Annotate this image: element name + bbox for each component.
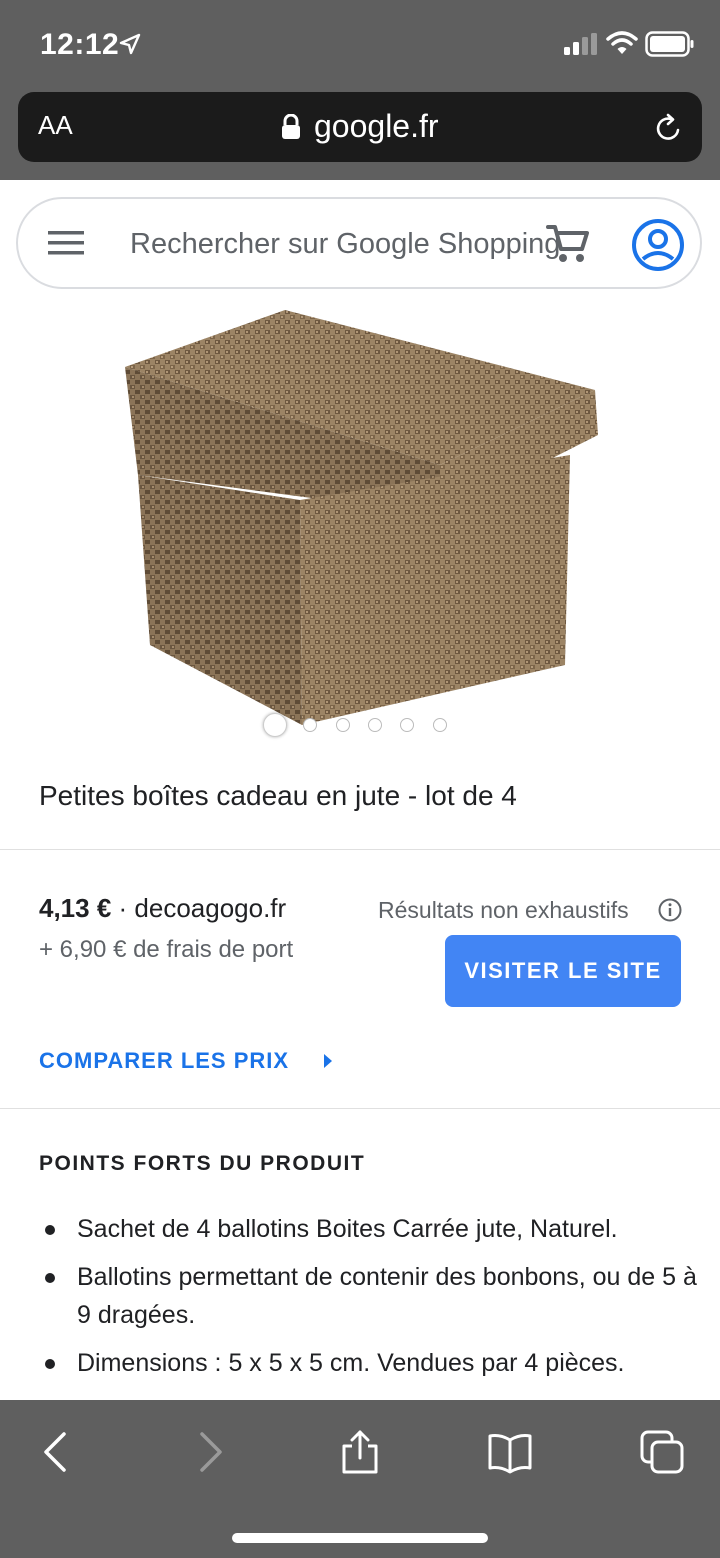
highlight-item: Ballotins permettant de contenir des bon… bbox=[39, 1258, 699, 1334]
tabs-icon[interactable] bbox=[640, 1430, 684, 1474]
wifi-icon bbox=[606, 31, 638, 54]
status-bar: 12:12 bbox=[0, 0, 720, 88]
share-icon[interactable] bbox=[338, 1430, 382, 1474]
carousel-indicator bbox=[263, 713, 463, 737]
account-icon[interactable] bbox=[630, 217, 686, 273]
visit-site-button[interactable]: VISITER LE SITE bbox=[445, 935, 681, 1007]
highlights-list: Sachet de 4 ballotins Boites Carrée jute… bbox=[39, 1210, 699, 1392]
carousel-dot[interactable] bbox=[303, 718, 317, 732]
info-icon[interactable] bbox=[658, 898, 682, 922]
hamburger-menu-icon[interactable] bbox=[48, 229, 84, 257]
highlight-item: Sachet de 4 ballotins Boites Carrée jute… bbox=[39, 1210, 699, 1248]
highlight-item: Dimensions : 5 x 5 x 5 cm. Vendues par 4… bbox=[39, 1344, 699, 1382]
battery-icon bbox=[645, 31, 694, 57]
price-seller-line: 4,13 € · decoagogo.fr bbox=[39, 893, 286, 924]
carousel-dot[interactable] bbox=[433, 718, 447, 732]
shopping-cart-icon[interactable] bbox=[546, 223, 590, 265]
cellular-signal-icon bbox=[564, 33, 597, 55]
address-bar-area: AA google.fr bbox=[0, 88, 720, 180]
highlights-title: POINTS FORTS DU PRODUIT bbox=[39, 1152, 366, 1175]
carousel-dot[interactable] bbox=[368, 718, 382, 732]
lock-icon bbox=[282, 114, 300, 139]
reload-icon[interactable] bbox=[652, 112, 684, 144]
bookmarks-icon[interactable] bbox=[488, 1430, 532, 1474]
home-indicator bbox=[232, 1533, 488, 1543]
text-size-button[interactable]: AA bbox=[38, 110, 73, 141]
product-title: Petites boîtes cadeau en jute - lot de 4 bbox=[39, 780, 517, 811]
url-text[interactable]: google.fr bbox=[314, 108, 439, 145]
compare-prices-link[interactable]: COMPARER LES PRIX bbox=[39, 1048, 289, 1074]
shipping-cost: + 6,90 € de frais de port bbox=[39, 936, 294, 963]
product-image[interactable] bbox=[110, 305, 610, 745]
address-bar[interactable]: AA google.fr bbox=[18, 92, 702, 162]
seller-name: decoagogo.fr bbox=[134, 893, 287, 923]
search-input[interactable]: Rechercher sur Google Shopping bbox=[130, 228, 560, 261]
status-time: 12:12 bbox=[40, 28, 120, 61]
carousel-dot[interactable] bbox=[400, 718, 414, 732]
price: 4,13 € bbox=[39, 893, 112, 923]
divider bbox=[0, 1108, 720, 1109]
results-note: Résultats non exhaustifs bbox=[378, 897, 629, 923]
carousel-dot-active[interactable] bbox=[263, 713, 287, 737]
separator: · bbox=[111, 893, 135, 923]
carousel-dot[interactable] bbox=[336, 718, 350, 732]
back-icon[interactable] bbox=[34, 1430, 78, 1474]
chevron-right-icon[interactable] bbox=[322, 1052, 334, 1070]
location-arrow-icon bbox=[119, 33, 141, 55]
forward-icon[interactable] bbox=[188, 1430, 232, 1474]
divider bbox=[0, 849, 720, 850]
shopping-search-bar: Rechercher sur Google Shopping bbox=[16, 197, 702, 289]
browser-toolbar bbox=[0, 1400, 720, 1558]
